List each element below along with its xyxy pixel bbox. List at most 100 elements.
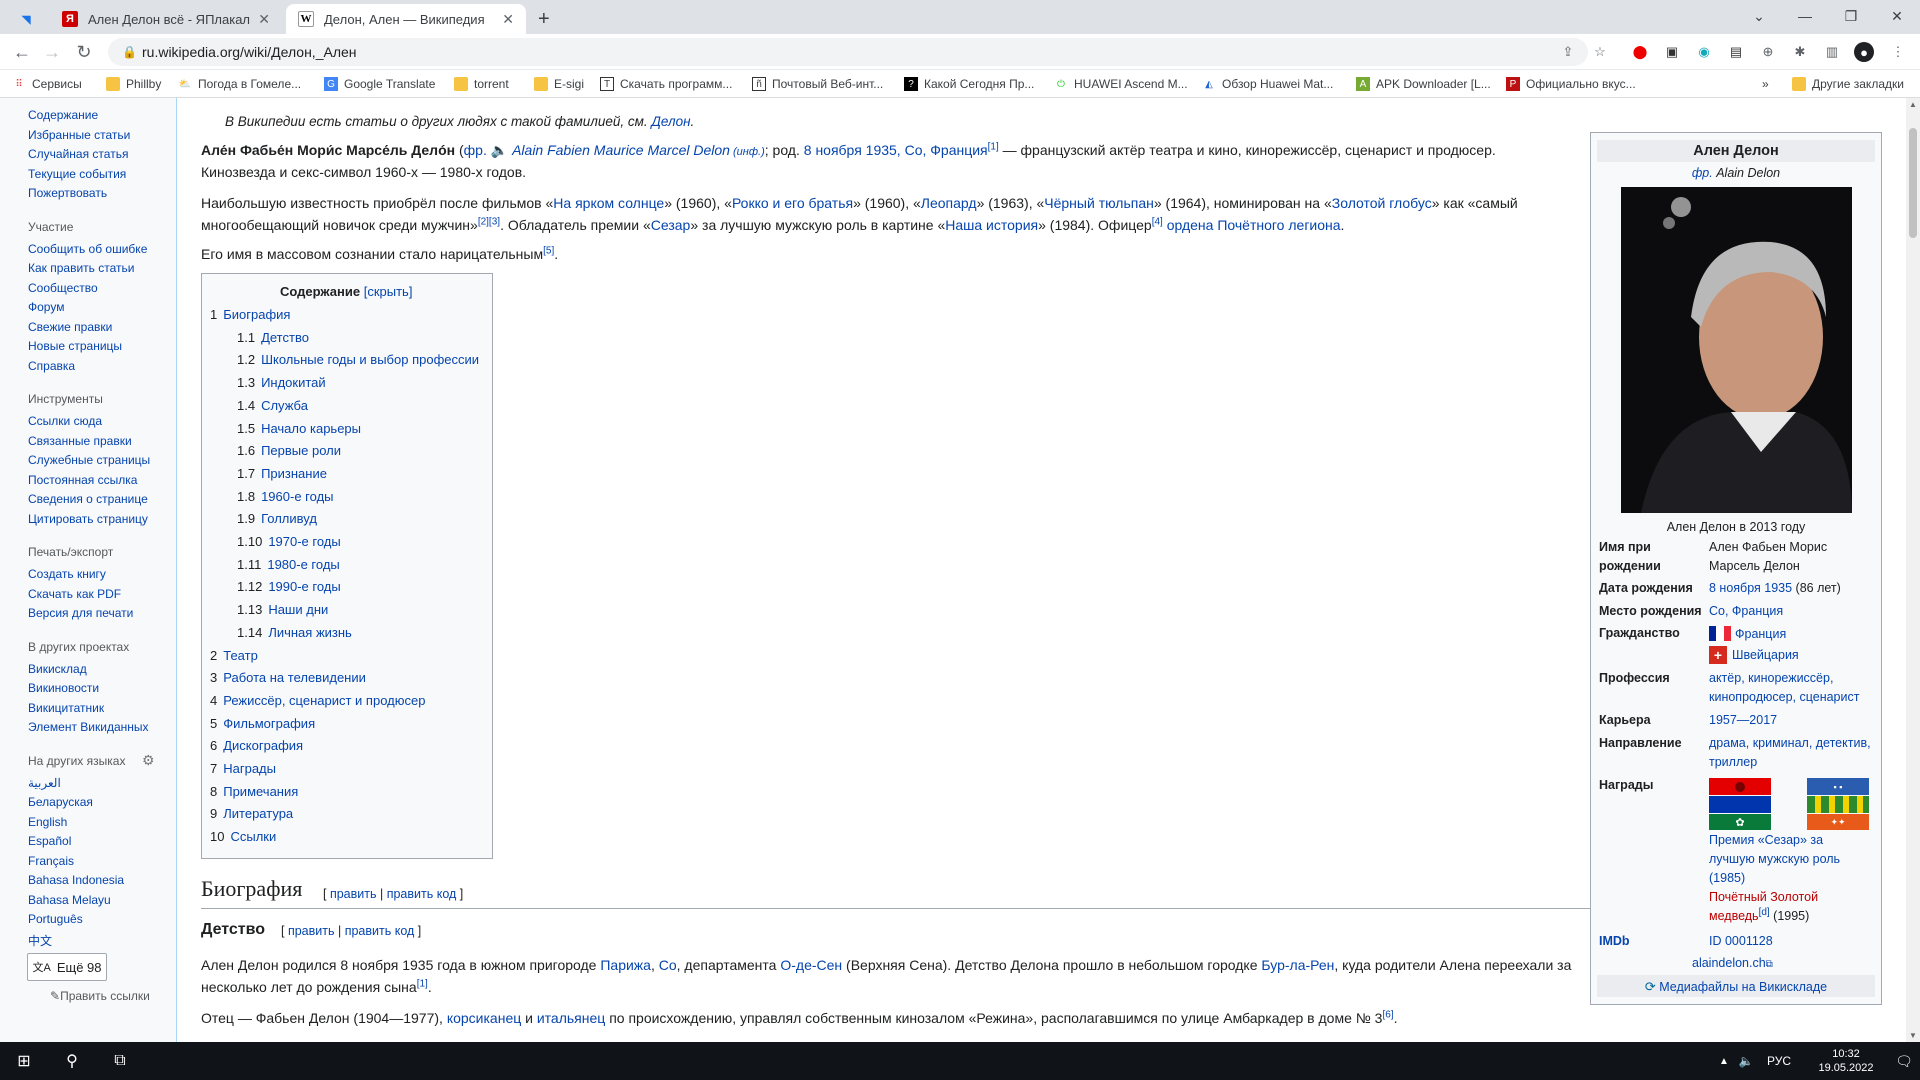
translate-extension-icon[interactable]: ⊕	[1758, 42, 1778, 62]
sidebar-participation-link[interactable]: Сообщить об ошибке	[28, 242, 147, 256]
close-window-button[interactable]: ✕	[1874, 0, 1920, 32]
tray-chevron-icon[interactable]: ▲	[1714, 1042, 1734, 1080]
citizenship-link[interactable]: Франция	[1735, 627, 1786, 641]
sidebar-language-link[interactable]: Bahasa Melayu	[28, 893, 111, 907]
reference-link[interactable]: [2][3]	[478, 216, 500, 227]
toc-item[interactable]: 3 Работа на телевидении	[210, 670, 366, 685]
sidebar-participation-link[interactable]: Форум	[28, 300, 64, 314]
sidebar-language-link[interactable]: English	[28, 815, 67, 829]
scrollbar-thumb[interactable]	[1909, 128, 1917, 238]
sidebar-nav-link[interactable]: Содержание	[28, 108, 98, 122]
wikipedia-logo[interactable]	[0, 98, 176, 104]
chrome-menu-icon[interactable]: ⋮	[1888, 42, 1908, 62]
tab-search-button[interactable]: ◥	[10, 4, 50, 34]
address-bar[interactable]: 🔒 ru.wikipedia.org/wiki/Делон,_Ален	[108, 38, 1588, 66]
bookmark-item[interactable]: A APK Downloader [L...	[1356, 75, 1491, 93]
tab-yaplakal[interactable]: Я Ален Делон всё - ЯПлакалъ ✕	[50, 4, 282, 34]
toc-link[interactable]: Дискография	[223, 738, 303, 753]
award-ribbon-arts-letters[interactable]: ▪ ▪ ✦✦	[1807, 778, 1869, 830]
sidebar-participation-link[interactable]: Справка	[28, 359, 75, 373]
toc-item[interactable]: 9 Литература	[210, 806, 293, 821]
toc-item[interactable]: 1.12 1990-е годы	[237, 579, 341, 594]
film-link[interactable]: Рокко и его братья	[732, 195, 853, 211]
tab-search-chevron-icon[interactable]: ⌄	[1736, 0, 1782, 32]
more-languages-button[interactable]: 文A Ещё 98	[27, 953, 107, 981]
reference-link[interactable]: [5]	[543, 245, 554, 256]
windows-start-icon[interactable]: ⊞	[0, 1042, 48, 1080]
bookmarks-overflow-button[interactable]: »	[1762, 75, 1769, 93]
forward-button[interactable]: →	[38, 38, 66, 66]
lang-fr-link[interactable]: фр.	[464, 142, 487, 158]
film-link[interactable]: Наша история	[945, 217, 1038, 233]
toc-link[interactable]: Литература	[223, 806, 293, 821]
sidebar-tools-link[interactable]: Связанные правки	[28, 434, 132, 448]
toc-item[interactable]: 8 Примечания	[210, 784, 298, 799]
bookmark-item[interactable]: torrent	[454, 75, 509, 93]
notifications-icon[interactable]: 🗨	[1888, 1042, 1920, 1080]
sidebar-language-link[interactable]: 中文	[28, 932, 52, 949]
new-tab-button[interactable]: +	[532, 4, 562, 34]
toc-item[interactable]: 1.9 Голливуд	[237, 511, 317, 526]
toc-item[interactable]: 4 Режиссёр, сценарист и продюсер	[210, 693, 425, 708]
toc-link[interactable]: Режиссёр, сценарист и продюсер	[223, 693, 425, 708]
sidebar-language-link[interactable]: Português	[28, 912, 83, 926]
profile-avatar-icon[interactable]: ●	[1854, 42, 1874, 62]
bookmark-item[interactable]: P Официально вкус...	[1506, 75, 1636, 93]
sidebar-tools-link[interactable]: Служебные страницы	[28, 453, 150, 467]
task-view-icon[interactable]: ⧉	[96, 1042, 144, 1080]
reference-link[interactable]: [1]	[417, 978, 428, 989]
toc-link[interactable]: Награды	[223, 761, 276, 776]
toc-item[interactable]: 1.14 Личная жизнь	[237, 625, 352, 640]
scroll-down-icon[interactable]: ▼	[1909, 1031, 1917, 1040]
sidebar-tools-link[interactable]: Ссылки сюда	[28, 414, 102, 428]
bookmark-item[interactable]: ◭ Обзор Huawei Mat...	[1202, 75, 1333, 93]
toc-item[interactable]: 5 Фильмография	[210, 716, 315, 731]
toc-link[interactable]: Первые роли	[261, 443, 341, 458]
toc-link[interactable]: Примечания	[223, 784, 298, 799]
award-link[interactable]: Золотой глобус	[1332, 195, 1432, 211]
edit-source-link[interactable]: править код	[345, 924, 415, 938]
toc-link[interactable]: 1970-е годы	[268, 534, 340, 549]
toc-link[interactable]: Начало карьеры	[261, 421, 361, 436]
toc-link[interactable]: Признание	[261, 466, 327, 481]
info-link[interactable]: (инф.)	[730, 146, 765, 158]
speaker-icon[interactable]: 🔈	[487, 142, 512, 158]
toc-link[interactable]: Театр	[223, 648, 258, 663]
edit-source-link[interactable]: править код	[387, 887, 457, 901]
sidebar-language-link[interactable]: Беларуская	[28, 795, 93, 809]
sidebar-participation-link[interactable]: Как править статьи	[28, 261, 134, 275]
toc-link[interactable]: Биография	[223, 307, 290, 322]
sidebar-participation-link[interactable]: Свежие правки	[28, 320, 112, 334]
toc-link[interactable]: Личная жизнь	[268, 625, 352, 640]
film-link[interactable]: На ярком солнце	[553, 195, 664, 211]
profession-links[interactable]: актёр, кинорежиссёр,	[1709, 671, 1833, 685]
profession-links[interactable]: кинопродюсер, сценарист	[1709, 690, 1859, 704]
citizenship-link[interactable]: Швейцария	[1732, 648, 1799, 662]
toc-link[interactable]: Школьные годы и выбор профессии	[261, 352, 479, 367]
original-name-link[interactable]: Alain Fabien Maurice Marcel Delon	[512, 142, 730, 158]
toc-link[interactable]: Индокитай	[261, 375, 326, 390]
sidebar-language-link[interactable]: العربية	[28, 776, 61, 790]
award-redlink[interactable]: медведь	[1709, 909, 1759, 923]
input-language[interactable]: РУС	[1762, 1042, 1796, 1080]
toc-item[interactable]: 1.5 Начало карьеры	[237, 421, 361, 436]
sidebar-participation-link[interactable]: Сообщество	[28, 281, 98, 295]
place-link[interactable]: О-де-Сен	[780, 957, 842, 973]
edit-interlanguage-links[interactable]: ✎Править ссылки	[50, 989, 150, 1003]
toc-link[interactable]: 1990-е годы	[268, 579, 340, 594]
genre-links[interactable]: триллер	[1709, 755, 1757, 769]
toc-item[interactable]: 1.1 Детство	[237, 330, 309, 345]
film-link[interactable]: Леопард	[921, 195, 977, 211]
toc-item[interactable]: 7 Награды	[210, 761, 276, 776]
search-icon[interactable]: ⚲	[48, 1042, 96, 1080]
toc-item[interactable]: 1.7 Признание	[237, 466, 327, 481]
sidebar-project-link[interactable]: Викисклад	[28, 662, 87, 676]
sidebar-nav-link[interactable]: Текущие события	[28, 167, 126, 181]
sidebar-print-link[interactable]: Версия для печати	[28, 606, 133, 620]
sidebar-tools-link[interactable]: Сведения о странице	[28, 492, 148, 506]
share-icon[interactable]: ⇪	[1558, 42, 1578, 62]
award-link[interactable]: Премия «Сезар» за	[1709, 833, 1823, 847]
reference-link[interactable]: [6]	[1382, 1009, 1393, 1020]
wikidata-ref-link[interactable]: [d]	[1759, 907, 1770, 918]
bookmark-item[interactable]: ? Какой Сегодня Пр...	[904, 75, 1034, 93]
